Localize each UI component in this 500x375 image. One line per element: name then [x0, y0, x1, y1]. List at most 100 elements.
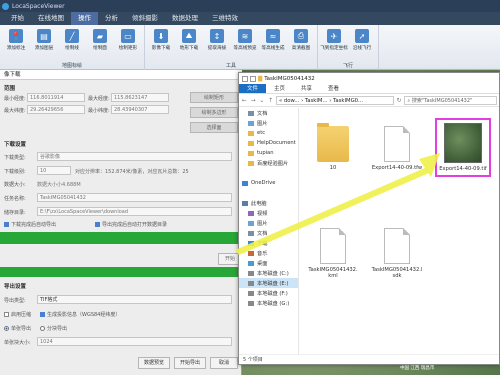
max-lat-label: 最大纬度:: [4, 108, 26, 114]
tile-export-radio[interactable]: [40, 326, 45, 331]
status-bar: 5 个项目: [239, 354, 499, 364]
nav-item[interactable]: 本地磁盘 (C:): [239, 268, 298, 278]
min-lon-label: 最小经度:: [4, 96, 26, 102]
cancel-button[interactable]: 取消: [210, 357, 238, 369]
min-lon-field[interactable]: 116.8011914: [27, 93, 85, 102]
ribbon-button-label: 影像下载: [151, 46, 171, 51]
compress-checkbox[interactable]: [4, 312, 9, 317]
data-size-label: 数据大小:: [4, 182, 26, 188]
task-name-field[interactable]: TaskIMG05041432: [37, 193, 232, 202]
compress-label: 启用压缩: [11, 312, 32, 318]
projection-option[interactable]: 生成投影信息（WGS84经纬度）: [40, 311, 120, 318]
menu-item[interactable]: 三维特效: [205, 12, 245, 25]
explorer-tab[interactable]: 共享: [293, 84, 320, 93]
open-dir-label: 导出完成后自动打开数据目录: [102, 222, 168, 228]
start-export-button[interactable]: 开始导出: [174, 357, 206, 369]
app-icon: [2, 2, 9, 10]
ribbon-button-label: 沿线飞行: [352, 46, 372, 51]
ribbon-button-label: 地形下载: [179, 46, 199, 51]
drive-icon: [248, 280, 254, 286]
drive-icon: [248, 300, 254, 306]
nav-item[interactable]: 桌面: [239, 258, 298, 268]
quick-access-icon[interactable]: [242, 75, 248, 82]
nav-item[interactable]: 本地磁盘 (F:): [239, 288, 298, 298]
max-lon-field[interactable]: 115.8623147: [111, 93, 169, 102]
select-area-button[interactable]: 选择面: [190, 122, 238, 133]
chevron-down-icon[interactable]: ⌄: [259, 97, 266, 104]
tool-icon: ⎙: [294, 29, 308, 43]
properties-icon[interactable]: [250, 75, 256, 82]
download-progress-bar: [0, 232, 242, 244]
tile-size-field[interactable]: 1024: [37, 337, 232, 346]
open-dir-checkbox[interactable]: [95, 222, 100, 227]
explorer-tab[interactable]: 文件: [239, 84, 267, 93]
menu-item[interactable]: 操作: [71, 12, 98, 25]
pointer-arrow: [235, 153, 440, 255]
search-icon: ⌕: [407, 98, 411, 104]
ribbon-button-label: 添加标注: [6, 46, 26, 51]
nav-item[interactable]: 本地磁盘 (G:): [239, 298, 298, 308]
single-export-option[interactable]: 单张导出: [4, 325, 31, 332]
explorer-tab[interactable]: 查看: [320, 84, 347, 93]
auto-export-checkbox[interactable]: [4, 222, 9, 227]
ribbon-button-label: 绘制矩形: [118, 46, 138, 51]
draw-rect-button[interactable]: 绘制矩形: [190, 92, 238, 103]
storage-dir-label: 储存目录:: [4, 210, 26, 216]
menu-item[interactable]: 分析: [98, 12, 125, 25]
tool-icon: ✈: [327, 29, 341, 43]
search-placeholder: 搜索"TaskIMG05041432": [411, 98, 473, 104]
search-input[interactable]: ⌕ 搜索"TaskIMG05041432": [404, 96, 498, 105]
single-export-radio[interactable]: [4, 326, 9, 331]
draw-polygon-button[interactable]: 绘制多边形: [190, 107, 238, 118]
storage-dir-field[interactable]: E:\F\zx\LocaSpaceViewer\download: [37, 207, 232, 216]
export-progress-bar: [0, 267, 242, 277]
download-type-select[interactable]: 谷歌影像: [37, 152, 232, 161]
nav-item[interactable]: 文档: [239, 108, 298, 118]
image-thumbnail: [444, 123, 482, 163]
menu-item[interactable]: 开始: [4, 12, 31, 25]
nav-item[interactable]: etc: [239, 128, 298, 138]
tool-icon: ≋: [238, 29, 252, 43]
download-type-label: 下载类型:: [4, 155, 26, 161]
pic-icon: [248, 120, 254, 126]
ribbon-button-label: 绘制面: [93, 46, 107, 51]
tool-icon: ➚: [355, 29, 369, 43]
tile-export-option[interactable]: 分块导出: [40, 325, 67, 332]
export-type-label: 导出类型:: [4, 298, 26, 304]
doc-icon: [248, 110, 254, 116]
compress-option[interactable]: 启用压缩: [4, 311, 31, 318]
path-field[interactable]: « dow... › TaskIM... › TaskIMG0...: [276, 96, 394, 105]
drive-icon: [248, 290, 254, 296]
projection-checkbox[interactable]: [40, 312, 45, 317]
refresh-icon[interactable]: ↻: [396, 97, 403, 104]
max-lat-field[interactable]: 29.26429656: [27, 105, 85, 114]
nav-item-label: 本地磁盘 (F:): [257, 290, 288, 297]
back-icon[interactable]: ←: [241, 97, 248, 104]
ribbon-button-label: 绘制线: [65, 46, 79, 51]
ribbon-group: ⬇ 影像下载 ⛰ 地形下载 ↕ 提取海拔 ≋ 等高线预览 ≈ 等高线生成 ⎙ 高清截图 工具: [145, 25, 318, 70]
folder-icon: ▇: [258, 75, 263, 82]
open-dir-option[interactable]: 导出完成后自动打开数据目录: [95, 221, 167, 228]
menu-item[interactable]: 倾斜摄影: [125, 12, 165, 25]
auto-export-option[interactable]: 下载完成后自动导出: [4, 221, 56, 228]
nav-item[interactable]: 图片: [239, 118, 298, 128]
up-icon[interactable]: ↑: [267, 97, 274, 104]
forward-icon[interactable]: →: [250, 97, 257, 104]
nav-item[interactable]: 本地磁盘 (E:): [239, 278, 298, 288]
address-bar: ← → ⌄ ↑ « dow... › TaskIM... › TaskIMG0.…: [239, 95, 499, 107]
file-name: TaskIMG05041432.lsdk: [371, 267, 423, 279]
single-export-label: 单张导出: [11, 326, 32, 332]
min-lat-field[interactable]: 28.43940307: [111, 105, 169, 114]
menu-item[interactable]: 数据处理: [165, 12, 205, 25]
tool-icon: ≈: [266, 29, 280, 43]
ribbon-button-label: 等高线预览: [233, 46, 257, 51]
tool-icon: ╱: [65, 29, 79, 43]
explorer-tab[interactable]: 主页: [266, 84, 293, 93]
tool-icon: ▰: [93, 29, 107, 43]
download-level-select[interactable]: 10: [37, 166, 71, 175]
menu-item[interactable]: 在线地图: [31, 12, 71, 25]
ribbon-group: ✈ 飞到指定坐标 ➚ 沿线飞行 飞行: [318, 25, 379, 70]
data-preview-button[interactable]: 数据预览: [138, 357, 170, 369]
export-type-select[interactable]: TIF格式: [37, 295, 232, 304]
explorer-titlebar: ▇ TaskIMG05041432: [239, 73, 499, 84]
